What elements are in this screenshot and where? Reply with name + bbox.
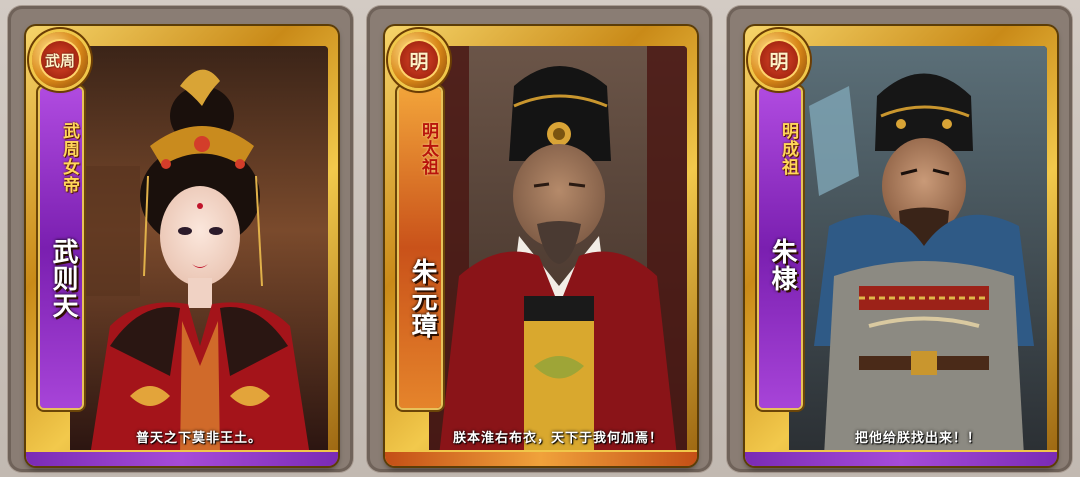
- card-bottom-strip: [745, 450, 1057, 466]
- dynasty-mark: 明: [760, 41, 798, 79]
- hero-card-zhu-yuanzhang[interactable]: 明太祖 朱元璋 明 朕本淮右布衣，天下于我何加焉！: [385, 26, 697, 466]
- empress-portrait-icon: [70, 46, 328, 456]
- title-banner: 明成祖 朱棣: [759, 88, 801, 408]
- hero-name: 朱棣: [767, 238, 797, 292]
- card-slot-wu-zetian: 武周女帝 武则天 武周 普天之下莫非王土。: [8, 6, 353, 472]
- hero-quote: 普天之下莫非王土。: [135, 431, 262, 446]
- hero-quote: 朕本淮右布衣，天下于我何加焉！: [452, 431, 663, 446]
- card-bottom-strip: [26, 450, 338, 466]
- hero-name: 武则天: [48, 238, 78, 319]
- card-slot-zhu-di: 明成祖 朱棣 明 把他给朕找出来！！: [727, 6, 1072, 472]
- dynasty-emblem-icon: 明: [391, 32, 447, 88]
- card-bottom-strip: [385, 450, 697, 466]
- hero-name: 朱元璋: [407, 258, 437, 339]
- warrior-emperor-portrait-icon: [789, 46, 1047, 456]
- hero-title: 明成祖: [778, 122, 798, 176]
- hero-card-wu-zetian[interactable]: 武周女帝 武则天 武周 普天之下莫非王土。: [26, 26, 338, 466]
- title-banner: 明太祖 朱元璋: [399, 88, 441, 408]
- hero-title: 明太祖: [418, 122, 438, 176]
- dynasty-mark: 武周: [41, 41, 79, 79]
- dynasty-emblem-icon: 武周: [32, 32, 88, 88]
- dynasty-emblem-icon: 明: [751, 32, 807, 88]
- title-banner: 武周女帝 武则天: [40, 88, 82, 408]
- hero-quote: 把他给朕找出来！！: [854, 431, 981, 446]
- card-slot-zhu-yuanzhang: 明太祖 朱元璋 明 朕本淮右布衣，天下于我何加焉！: [367, 6, 712, 472]
- dynasty-mark: 明: [400, 41, 438, 79]
- hero-title: 武周女帝: [59, 122, 79, 194]
- emperor-portrait-icon: [429, 46, 687, 456]
- card-showcase: 武周女帝 武则天 武周 普天之下莫非王土。 明太祖 朱元璋 明 朕本淮右布衣，天…: [0, 0, 1080, 477]
- hero-card-zhu-di[interactable]: 明成祖 朱棣 明 把他给朕找出来！！: [745, 26, 1057, 466]
